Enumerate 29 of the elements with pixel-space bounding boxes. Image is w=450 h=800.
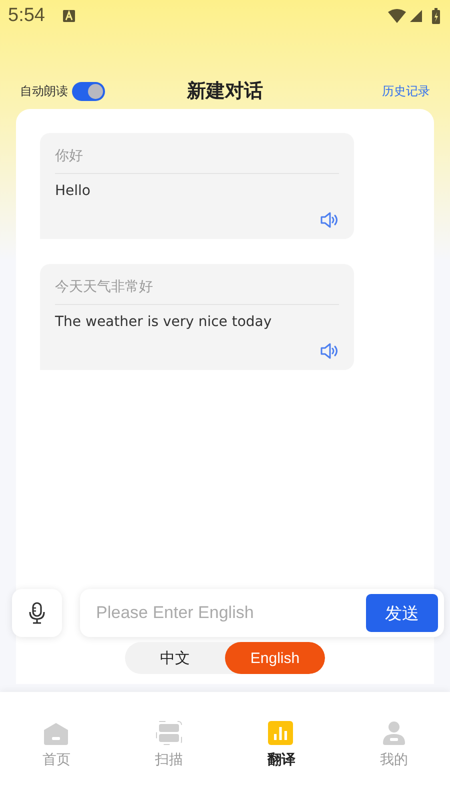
person-icon bbox=[380, 721, 407, 745]
language-tab[interactable]: English bbox=[225, 642, 325, 674]
battery-icon bbox=[432, 8, 440, 24]
text-input-field[interactable]: Please Enter English 发送 bbox=[80, 589, 444, 637]
status-time: 5:54 bbox=[8, 5, 45, 27]
bar-chart-icon bbox=[268, 721, 294, 745]
nav-tab[interactable]: 翻译 bbox=[225, 721, 338, 771]
nav-tab[interactable]: 我的 bbox=[338, 721, 450, 771]
speaker-icon[interactable] bbox=[320, 211, 339, 229]
wifi-icon bbox=[388, 9, 406, 23]
page-title: 新建对话 bbox=[187, 80, 263, 102]
microphone-icon bbox=[28, 602, 46, 624]
translation-text: The weather is very nice today bbox=[55, 314, 273, 330]
scan-icon bbox=[156, 721, 182, 745]
speaker-icon[interactable] bbox=[320, 342, 339, 360]
source-text: 今天天气非常好 bbox=[55, 278, 339, 305]
translation-text: Hello bbox=[55, 183, 92, 199]
auto-read-toggle[interactable] bbox=[72, 82, 105, 100]
home-icon bbox=[43, 721, 70, 745]
language-tab[interactable]: 中文 bbox=[125, 642, 225, 674]
microphone-button[interactable] bbox=[12, 589, 62, 637]
notification-icon bbox=[62, 10, 75, 22]
nav-tab[interactable]: 首页 bbox=[0, 721, 112, 771]
signal-icon bbox=[410, 10, 422, 22]
source-text: 你好 bbox=[55, 147, 339, 174]
history-link[interactable]: 历史记录 bbox=[382, 82, 430, 100]
nav-tab[interactable]: 扫描 bbox=[112, 721, 225, 771]
send-button[interactable]: 发送 bbox=[366, 594, 438, 632]
auto-read-label: 自动朗读 bbox=[20, 82, 68, 100]
